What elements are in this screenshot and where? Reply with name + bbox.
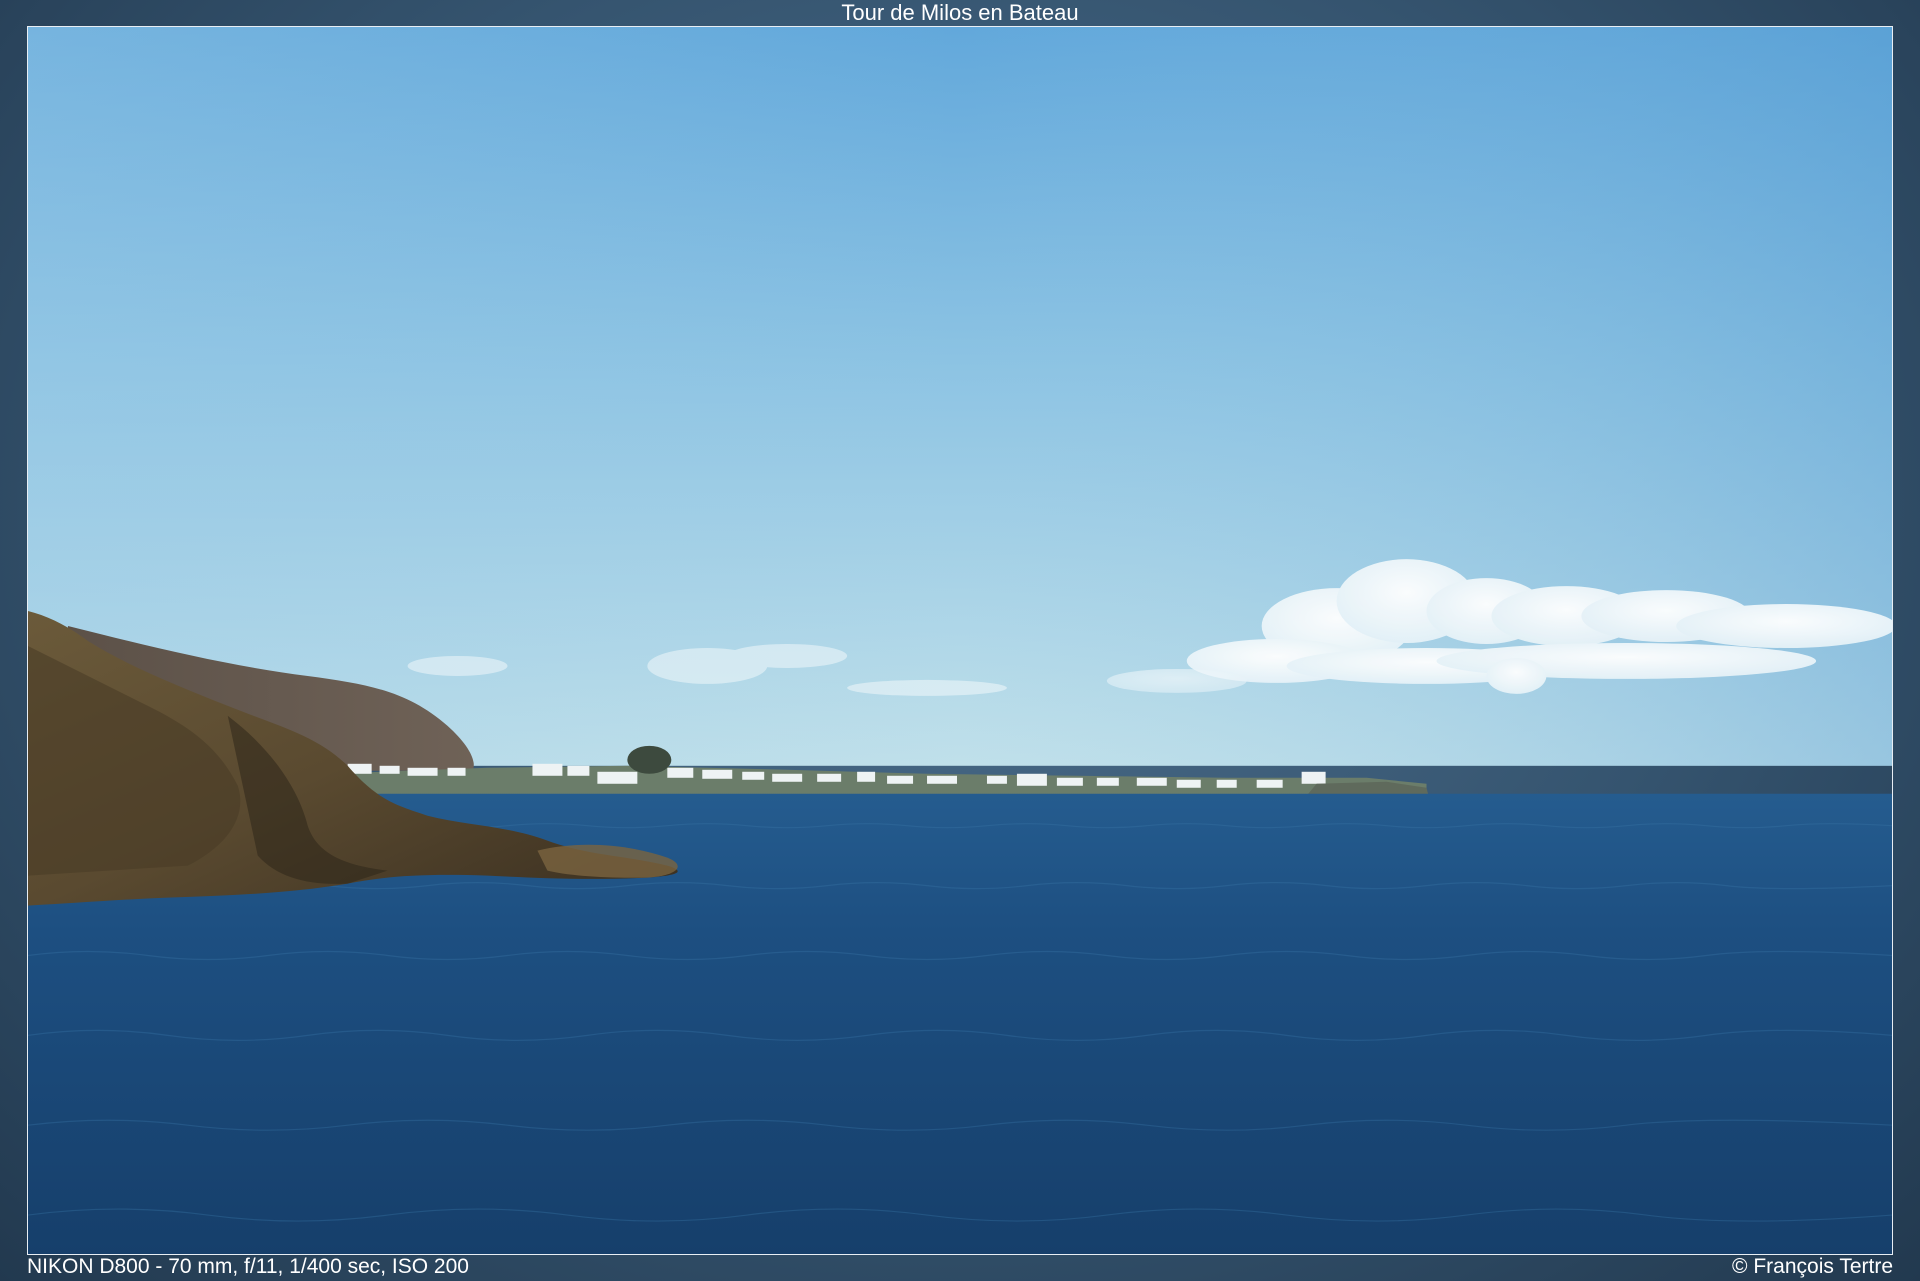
photo (27, 26, 1893, 1255)
copyright-caption: © François Tertre (1732, 1255, 1893, 1278)
photo-title: Tour de Milos en Bateau (841, 0, 1079, 25)
seascape-image (28, 27, 1892, 1254)
exif-caption: NIKON D800 - 70 mm, f/11, 1/400 sec, ISO… (27, 1255, 469, 1278)
